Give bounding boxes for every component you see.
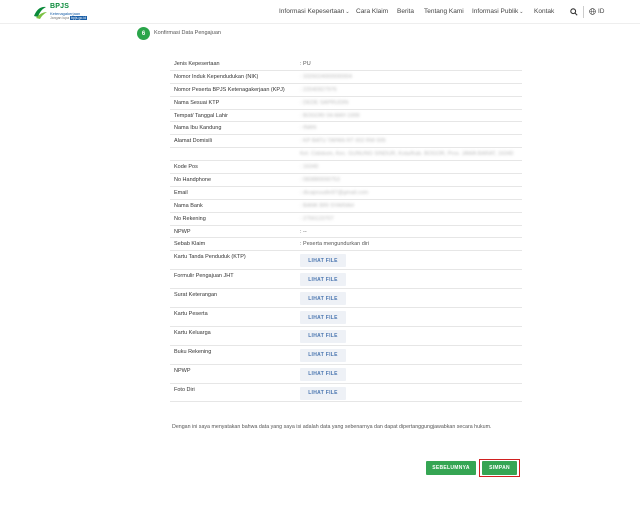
row-value: Kel. Cidokom, Kec. GUNUNG SINDUR, Kota/K… [300,151,514,158]
row-label: No Handphone [174,177,212,184]
view-file-button[interactable]: LIHAT FILE [300,311,346,325]
declaration-text: Dengan ini saya menyatakan bahwa data ya… [172,424,492,430]
view-file-button[interactable]: LIHAT FILE [300,367,346,381]
row-label: Sebab Klaim [174,241,206,248]
table-row: Nama Bank : BANK BRI SYARIAH [170,200,522,213]
table-row-file: NPWP LIHAT FILE [170,365,522,384]
file-row-label: Kartu Peserta [174,311,208,318]
row-label: Tempat/ Tanggal Lahir [174,112,229,119]
nav-item-informasi-publik[interactable]: Informasi Publik⌄ [472,8,523,15]
row-label: Nomor Induk Kependudukan (NIK) [174,73,259,80]
step-title: Konfirmasi Data Pengajuan [154,30,221,36]
row-label: Alamat Domisili [174,138,212,145]
row-value: : -- [300,228,307,235]
row-value: : 16340 [300,164,319,171]
row-label: Nomor Peserta BPJS Ketenagakerjaan (KPJ) [174,86,285,93]
row-value: : INAN [300,125,317,132]
row-value: : BOGOR/ 04-MAY-1999 [300,112,360,119]
view-file-button[interactable]: LIHAT FILE [300,348,346,362]
site-header: BPJS Ketenagakerjaan Jangan lupa bpjs.go… [0,0,640,24]
table-row: Email : dicapruudin97@gmail.com [170,187,522,200]
view-file-button[interactable]: LIHAT FILE [300,254,346,268]
row-label: No Rekening [174,215,206,222]
table-row-file: Kartu Keluarga LIHAT FILE [170,327,522,346]
row-value: : KP BATU TAPAN RT 002 RW 005 [300,138,386,145]
row-label: Nama Bank [174,202,203,209]
table-row: Nomor Peserta BPJS Ketenagakerjaan (KPJ)… [170,84,522,97]
row-value: : 083880000753 [300,177,340,184]
table-row: Nama Sesuai KTP : DEDE SAPRUDIN [170,97,522,110]
row-value: : Peserta mengundurkan diri [300,241,370,248]
view-file-button[interactable]: LIHAT FILE [300,273,346,287]
table-row-file: Foto Diri LIHAT FILE [170,384,522,403]
table-row: Jenis Kepesertaan : PU [170,58,522,71]
table-row: Nomor Induk Kependudukan (NIK) : 33260240… [170,71,522,84]
row-value: : 3326024000000004 [300,73,352,80]
file-row-label: Buku Rekening [174,348,212,355]
table-row: Sebab Klaim : Peserta mengundurkan diri [170,238,522,252]
language-switch[interactable]: ID [598,8,605,15]
file-row-label: NPWP [174,367,191,374]
search-icon[interactable] [570,8,578,16]
row-value: : BANK BRI SYARIAH [300,202,354,209]
table-row: Tempat/ Tanggal Lahir : BOGOR/ 04-MAY-199… [170,110,522,123]
nav-item-tentang-kami[interactable]: Tentang Kami [424,8,464,15]
row-label: Email [174,189,188,196]
nav-item-berita[interactable]: Berita [397,8,414,15]
save-button[interactable]: SIMPAN [482,461,517,475]
row-value: : 22040927976 [300,86,337,93]
row-value: : dicapruudin97@gmail.com [300,189,369,196]
table-row-file: Buku Rekening LIHAT FILE [170,346,522,365]
file-row-label: Formulir Pengajuan JHT [174,273,234,280]
confirmation-table: Jenis Kepesertaan : PU Nomor Induk Kependu… [170,58,522,403]
chevron-down-icon: ⌄ [345,9,350,15]
view-file-button[interactable]: LIHAT FILE [300,386,346,400]
globe-icon[interactable] [589,8,596,15]
file-row-label: Kartu Keluarga [174,329,211,336]
table-row: NPWP : -- [170,226,522,239]
logo-brand: BPJS [50,3,70,10]
step-number-badge: 6 [137,27,150,40]
file-row-label: Surat Keterangan [174,292,218,299]
table-row-file: Surat Keterangan LIHAT FILE [170,289,522,309]
view-file-button[interactable]: LIHAT FILE [300,329,346,343]
nav-item-cara-klaim[interactable]: Cara Klaim [356,8,388,15]
nav-item-kontak[interactable]: Kontak [534,8,554,15]
table-row: Kel. Cidokom, Kec. GUNUNG SINDUR, Kota/K… [170,148,522,162]
chevron-down-icon: ⌄ [519,9,524,15]
nav-divider [583,6,584,18]
row-value: : 2756123707 [300,215,334,222]
table-row-file: Kartu Peserta LIHAT FILE [170,308,522,327]
nav-item-informasi-kepesertaan[interactable]: Informasi Kepesertaan⌄ [279,8,350,15]
table-row-file: Formulir Pengajuan JHT LIHAT FILE [170,270,522,290]
table-row: No Handphone : 083880000753 [170,174,522,187]
file-row-label: Kartu Tanda Penduduk (KTP) [174,254,246,261]
row-value: : DEDE SAPRUDIN [300,99,349,106]
table-row: Nama Ibu Kandung : INAN [170,122,522,136]
file-row-label: Foto Diri [174,386,195,393]
bpjs-logo[interactable]: BPJS Ketenagakerjaan Jangan lupa bpjs.go… [32,3,102,21]
table-row-file: Kartu Tanda Penduduk (KTP) LIHAT FILE [170,251,522,271]
table-row: Kode Pos : 16340 [170,161,522,175]
row-label: Nama Sesuai KTP [174,99,220,106]
row-value: : PU [300,61,311,67]
logo-tagline: Jangan lupa bpjs.go.id [50,16,88,20]
row-label: Kode Pos [174,164,198,171]
row-label: NPWP [174,228,191,235]
table-row: Alamat Domisili : KP BATU TAPAN RT 002 RW… [170,135,522,149]
bpjs-logo-mark-icon [34,6,47,19]
table-row: No Rekening : 2756123707 [170,213,522,226]
view-file-button[interactable]: LIHAT FILE [300,292,346,306]
row-label: Nama Ibu Kandung [174,125,222,132]
row-label: Jenis Kepesertaan [174,61,220,67]
previous-button[interactable]: SEBELUMNYA [426,461,476,475]
